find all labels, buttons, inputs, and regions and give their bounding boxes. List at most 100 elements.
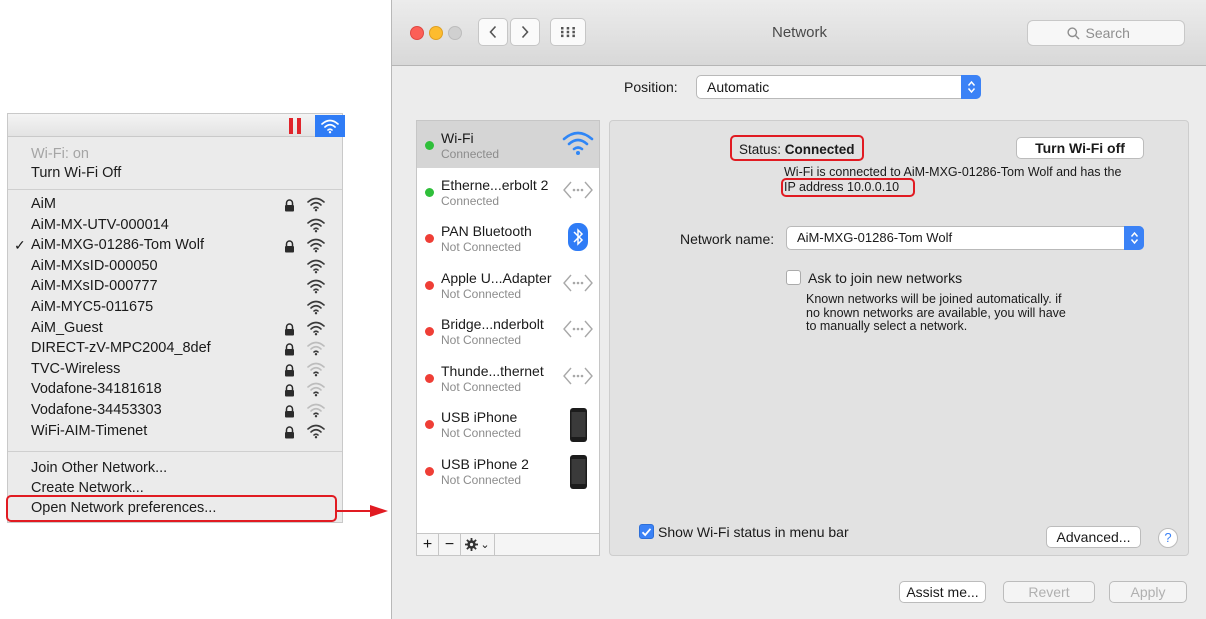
service-status: Not Connected xyxy=(441,286,522,301)
menu-separator xyxy=(8,189,342,190)
advanced-button[interactable]: Advanced... xyxy=(1046,526,1141,548)
service-name: PAN Bluetooth xyxy=(441,223,532,239)
service-item[interactable]: Wi-Fi Connected xyxy=(417,121,599,168)
search-field[interactable] xyxy=(1027,20,1185,46)
gear-icon xyxy=(465,538,479,551)
network-item[interactable]: ✓ AiM-MXG-01286-Tom Wolf xyxy=(8,235,342,255)
service-status: Not Connected xyxy=(441,240,522,254)
updown-arrows-icon xyxy=(961,75,981,99)
network-item[interactable]: Vodafone-34181618 xyxy=(8,379,342,399)
wifi-menu: Wi-Fi: on Turn Wi-Fi Off AiM AiM-MX-UTV-0… xyxy=(7,137,343,523)
service-item[interactable]: Bridge...nderbolt Not Connected xyxy=(417,307,599,354)
gear-menu-button[interactable]: ⌄ xyxy=(461,534,495,555)
service-name: USB iPhone 2 xyxy=(441,455,529,472)
network-name: WiFi-AIM-Timenet xyxy=(31,422,148,439)
network-name: DIRECT-zV-MPC2004_8def xyxy=(31,340,211,357)
service-status: Not Connected xyxy=(441,426,522,440)
network-item[interactable]: DIRECT-zV-MPC2004_8def xyxy=(8,338,342,358)
ask-join-description-line: no known networks are available, you wil… xyxy=(806,305,1066,320)
network-item[interactable]: AiM-MXsID-000777 xyxy=(8,276,342,296)
search-input[interactable] xyxy=(1085,25,1146,41)
apply-button[interactable]: Apply xyxy=(1109,581,1187,603)
assist-me-button[interactable]: Assist me... xyxy=(899,581,986,603)
network-item[interactable]: AiM-MXsID-000050 xyxy=(8,256,342,276)
status-dot xyxy=(425,420,434,429)
chevron-down-icon: ⌄ xyxy=(480,538,490,551)
network-name: AiM xyxy=(31,196,56,212)
network-name: AiM-MXG-01286-Tom Wolf xyxy=(31,237,204,254)
network-item[interactable]: Vodafone-34453303 xyxy=(8,400,342,420)
network-item[interactable]: AiM-MYC5-011675 xyxy=(8,297,342,317)
network-item[interactable]: WiFi-AIM-Timenet xyxy=(8,421,342,441)
network-preferences-window: Network Position: Automatic Wi-FiConnect… xyxy=(391,0,1206,619)
network-name: Vodafone-34453303 xyxy=(31,402,162,418)
remove-service-button[interactable]: − xyxy=(439,534,461,555)
turn-wifi-off-item[interactable]: Turn Wi-Fi Off xyxy=(31,163,121,183)
service-status: Not Connected xyxy=(441,333,522,347)
position-value: Automatic xyxy=(707,79,770,95)
lock-icon xyxy=(284,425,295,445)
network-item[interactable]: AiM_Guest xyxy=(8,318,342,338)
checkmark-icon: ✓ xyxy=(14,237,26,254)
show-wifi-status-checkbox[interactable] xyxy=(639,524,654,539)
updown-arrows-icon xyxy=(1124,226,1144,250)
status-dot xyxy=(425,466,434,476)
detail-panel: Status: Connected Turn Wi-Fi off Wi-Fi i… xyxy=(609,120,1189,556)
service-status: Not Connected xyxy=(441,472,522,487)
wifi-status-text: Wi-Fi: on xyxy=(31,146,89,162)
status-dot xyxy=(425,141,434,150)
ethernet-icon xyxy=(561,315,595,348)
network-name: TVC-Wireless xyxy=(31,360,121,377)
bluetooth-icon xyxy=(561,222,595,257)
ethernet-icon xyxy=(561,362,595,395)
service-item[interactable]: Apple U...Adapter Not Connected xyxy=(417,261,599,308)
ethernet-icon xyxy=(561,269,595,302)
service-list-toolbar: + − ⌄ xyxy=(417,533,599,555)
menu-bar-wifi-icon[interactable] xyxy=(315,115,345,137)
service-item[interactable]: Thunde...thernet Not Connected xyxy=(417,354,599,401)
ask-join-description: Known networks will be joined automatica… xyxy=(806,292,1126,334)
service-item[interactable]: USB iPhone 2 Not Connected xyxy=(417,447,599,494)
position-popup[interactable]: Automatic xyxy=(696,75,981,99)
service-list: Wi-Fi Connected Etherne...erbolt 2 Connecte… xyxy=(416,120,600,556)
network-name: AiM-MYC5-011675 xyxy=(31,299,154,315)
ethernet-icon xyxy=(561,176,595,209)
menu-bar-strip xyxy=(7,113,345,137)
status-dot xyxy=(425,280,434,290)
network-name-value: AiM-MXG-01286-Tom Wolf xyxy=(797,230,953,245)
turn-wifi-off-button[interactable]: Turn Wi-Fi off xyxy=(1016,137,1144,159)
wifi-icon xyxy=(561,129,595,162)
add-service-button[interactable]: + xyxy=(417,534,439,555)
service-item[interactable]: USB iPhone Not Connected xyxy=(417,400,599,447)
highlight-open-prefs xyxy=(6,495,337,522)
network-name-label: Network name: xyxy=(680,231,775,247)
network-name: AiM-MXsID-000777 xyxy=(31,278,158,295)
pointer-arrow xyxy=(336,510,372,512)
wifi-signal-icon xyxy=(306,423,326,445)
ask-join-description-line: Known networks will be joined automatica… xyxy=(806,292,1062,306)
status-dot xyxy=(425,234,434,243)
iphone-icon xyxy=(561,454,595,494)
ask-join-label: Ask to join new networks xyxy=(808,270,963,286)
service-name: Wi-Fi xyxy=(441,130,474,146)
service-name: Bridge...nderbolt xyxy=(441,316,544,332)
service-item[interactable]: Etherne...erbolt 2 Connected xyxy=(417,168,599,215)
network-item[interactable]: TVC-Wireless xyxy=(8,359,342,379)
network-name-popup[interactable]: AiM-MXG-01286-Tom Wolf xyxy=(786,226,1144,250)
status-dot xyxy=(425,327,434,336)
ask-join-checkbox[interactable] xyxy=(786,270,801,285)
position-label: Position: xyxy=(624,79,678,95)
network-name: AiM-MXsID-000050 xyxy=(31,257,158,274)
highlight-ip xyxy=(781,178,915,197)
network-item[interactable]: AiM-MX-UTV-000014 xyxy=(8,215,342,235)
show-wifi-status-label: Show Wi-Fi status in menu bar xyxy=(658,524,849,540)
pause-icon[interactable] xyxy=(286,116,306,136)
help-button[interactable]: ? xyxy=(1158,528,1178,548)
highlight-status xyxy=(730,135,864,161)
service-item[interactable]: PAN Bluetooth Not Connected xyxy=(417,214,599,261)
join-other-network-item[interactable]: Join Other Network... xyxy=(31,458,167,478)
revert-button[interactable]: Revert xyxy=(1003,581,1095,603)
network-name: Vodafone-34181618 xyxy=(31,381,162,398)
network-item[interactable]: AiM xyxy=(8,194,342,214)
network-name: AiM_Guest xyxy=(31,319,103,336)
